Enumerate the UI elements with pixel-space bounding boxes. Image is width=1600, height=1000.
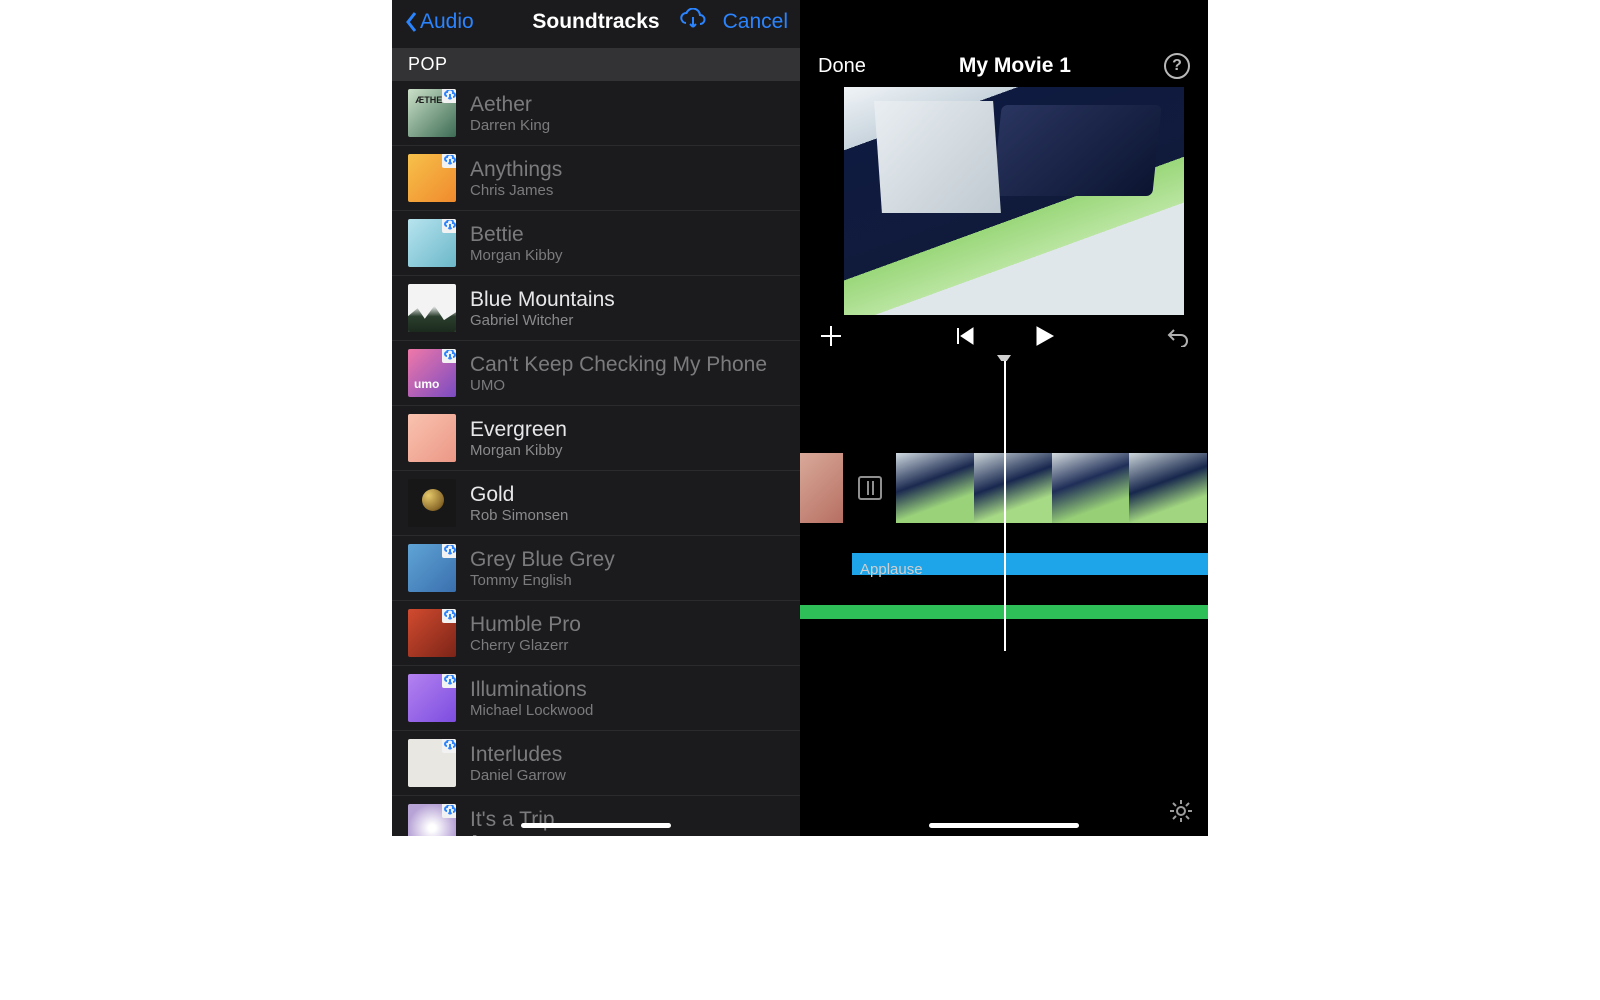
track-row[interactable]: AnythingsChris James [392,146,800,211]
editor-nav: Done My Movie 1 ? [800,45,1208,87]
track-artist: Cherry Glazerr [470,637,581,654]
back-label: Audio [420,10,474,34]
play-button[interactable] [1033,325,1055,352]
track-row[interactable]: IlluminationsMichael Lockwood [392,666,800,731]
album-art [408,674,456,722]
cloud-download-icon [442,89,456,103]
help-button[interactable]: ? [1164,53,1190,79]
album-art [408,479,456,527]
cloud-download-icon [442,804,456,818]
track-row[interactable]: Can't Keep Checking My PhoneUMO [392,341,800,406]
settings-button[interactable] [1168,798,1194,829]
track-row[interactable]: AetherDarren King [392,81,800,146]
album-art [408,414,456,462]
nav-bar: Audio Soundtracks Cancel [392,0,800,48]
track-artist: Rob Simonsen [470,507,568,524]
track-title: Can't Keep Checking My Phone [470,353,767,377]
track-row[interactable]: GoldRob Simonsen [392,471,800,536]
timeline[interactable]: Applause [800,361,1208,836]
transport-bar [800,315,1208,361]
track-artist: Gabriel Witcher [470,312,615,329]
download-all-icon[interactable] [679,8,707,36]
track-list: AetherDarren KingAnythingsChris JamesBet… [392,81,800,836]
cloud-download-icon [442,219,456,233]
track-title: Evergreen [470,418,567,442]
track-artist: Morgan Kibby [470,247,563,264]
playhead[interactable] [1004,361,1006,651]
track-title: Bettie [470,223,563,247]
clip-thumb[interactable] [800,453,844,523]
track-artist: Joywave [470,832,555,837]
audio-clip-label: Applause [860,561,923,578]
done-button[interactable]: Done [818,55,866,78]
home-indicator[interactable] [929,823,1079,828]
track-artist: Michael Lockwood [470,702,593,719]
cloud-download-icon [442,154,456,168]
track-artist: Daniel Garrow [470,767,566,784]
clip-thumb[interactable] [896,453,1208,523]
track-title: Aether [470,93,550,117]
project-title: My Movie 1 [959,54,1071,78]
track-row[interactable]: Humble ProCherry Glazerr [392,601,800,666]
imovie-editor-screen: Done My Movie 1 ? [800,0,1208,836]
track-row[interactable]: Blue MountainsGabriel Witcher [392,276,800,341]
track-artist: UMO [470,377,767,394]
track-artist: Darren King [470,117,550,134]
track-row[interactable]: It's a TripJoywave [392,796,800,836]
track-title: Grey Blue Grey [470,548,615,572]
track-artist: Chris James [470,182,562,199]
track-title: Illuminations [470,678,593,702]
cloud-download-icon [442,349,456,363]
track-title: Humble Pro [470,613,581,637]
track-title: Blue Mountains [470,288,615,312]
cloud-download-icon [442,609,456,623]
track-row[interactable]: EvergreenMorgan Kibby [392,406,800,471]
album-art [408,544,456,592]
cancel-button[interactable]: Cancel [723,10,788,34]
album-art [408,154,456,202]
undo-button[interactable] [1166,325,1190,352]
section-header: POP [392,48,800,81]
cloud-download-icon [442,544,456,558]
album-art [408,349,456,397]
home-indicator[interactable] [521,823,671,828]
album-art [408,739,456,787]
track-row[interactable]: InterludesDaniel Garrow [392,731,800,796]
cloud-download-icon [442,674,456,688]
back-button[interactable]: Audio [404,10,474,34]
album-art [408,89,456,137]
track-title: Gold [470,483,568,507]
transition-marker[interactable] [858,476,882,500]
track-title: Interludes [470,743,566,767]
soundtracks-screen: Audio Soundtracks Cancel POP AetherDarre… [392,0,800,836]
track-artist: Morgan Kibby [470,442,567,459]
track-row[interactable]: Grey Blue GreyTommy English [392,536,800,601]
track-row[interactable]: BettieMorgan Kibby [392,211,800,276]
skip-back-button[interactable] [955,326,975,351]
chevron-left-icon [404,10,418,34]
add-media-button[interactable] [818,323,844,354]
album-art [408,804,456,836]
album-art [408,284,456,332]
album-art [408,609,456,657]
track-artist: Tommy English [470,572,615,589]
video-preview[interactable] [844,87,1184,315]
track-title: Anythings [470,158,562,182]
album-art [408,219,456,267]
cloud-download-icon [442,739,456,753]
